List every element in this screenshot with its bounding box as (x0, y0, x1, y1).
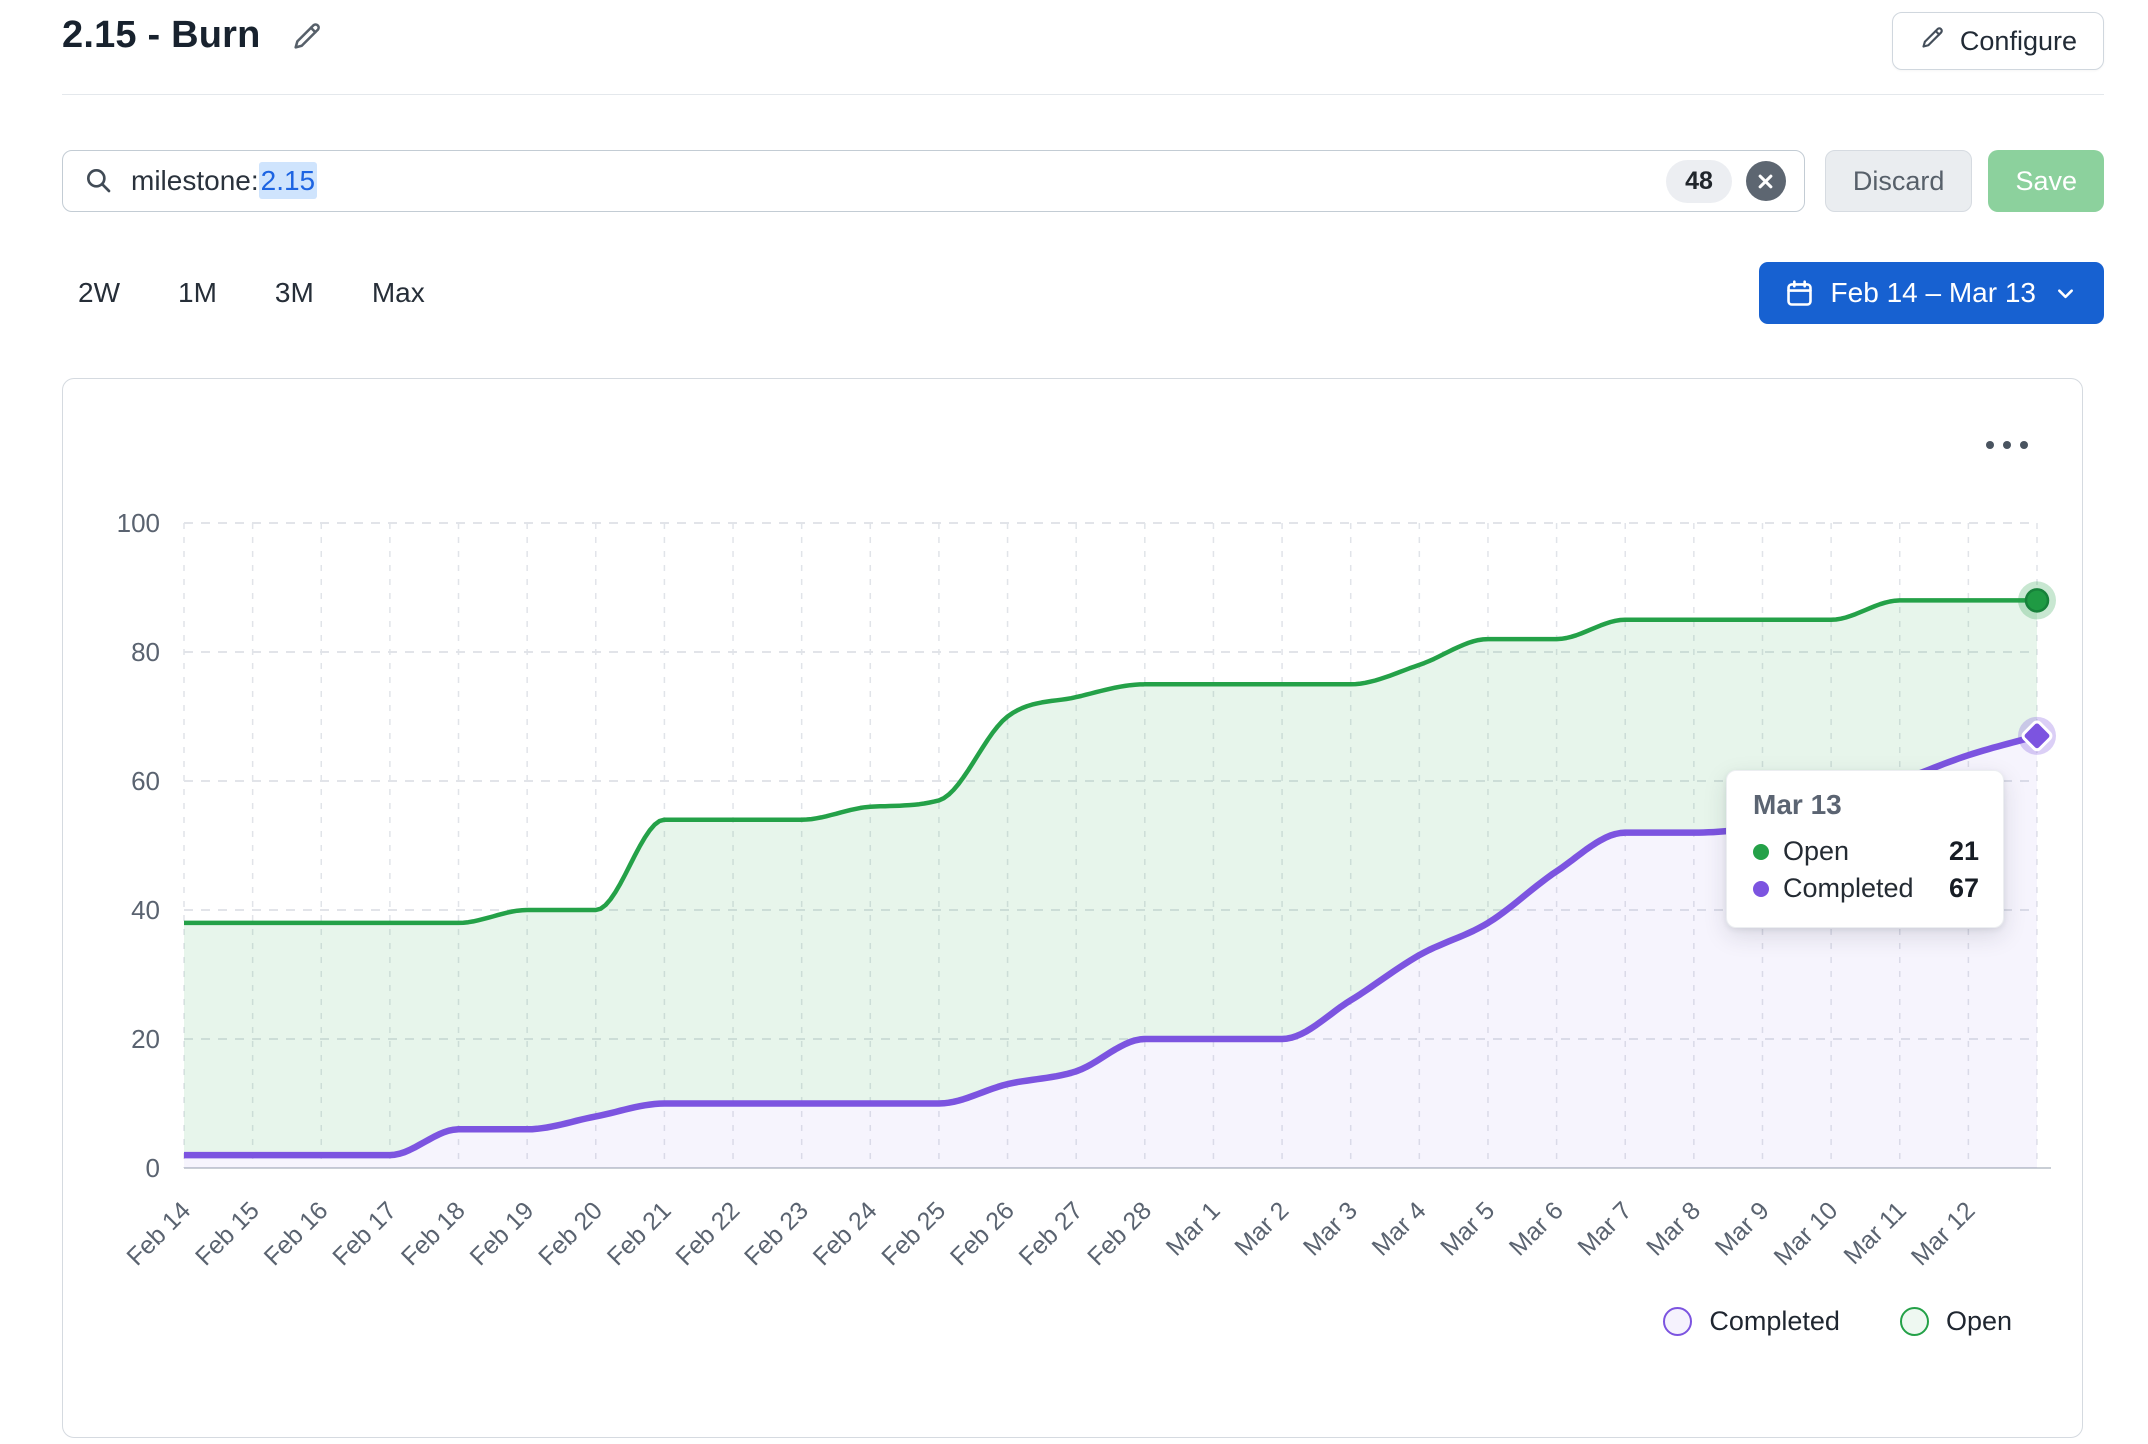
chevron-down-icon (2052, 280, 2079, 307)
svg-text:Feb 28: Feb 28 (1082, 1196, 1157, 1271)
legend-item-completed[interactable]: Completed (1663, 1306, 1840, 1337)
tooltip-open-label: Open (1783, 833, 1849, 870)
tooltip-open-value: 21 (1949, 833, 1979, 870)
svg-text:100: 100 (117, 508, 160, 538)
calendar-icon (1784, 278, 1815, 309)
svg-text:Feb 22: Feb 22 (670, 1196, 745, 1271)
open-legend-ring-icon (1900, 1307, 1929, 1336)
result-count-badge: 48 (1666, 160, 1732, 203)
svg-text:20: 20 (131, 1024, 160, 1054)
completed-legend-ring-icon (1663, 1307, 1692, 1336)
completed-series-dot-icon (1753, 881, 1769, 897)
tooltip-row-completed: Completed 67 (1753, 870, 1979, 907)
legend-item-open[interactable]: Open (1900, 1306, 2012, 1337)
date-range-label: Feb 14 – Mar 13 (1831, 277, 2036, 309)
burn-chart-page: 2.15 - Burn Configure milestone:2.15 (0, 0, 2148, 1444)
svg-text:Feb 14: Feb 14 (121, 1196, 196, 1271)
preset-max[interactable]: Max (372, 277, 425, 309)
svg-text:Mar 9: Mar 9 (1710, 1196, 1775, 1261)
chart-card: 020406080100Feb 14Feb 15Feb 16Feb 17Feb … (62, 378, 2083, 1438)
svg-text:Feb 23: Feb 23 (739, 1196, 814, 1271)
svg-text:60: 60 (131, 766, 160, 796)
preset-3m[interactable]: 3M (275, 277, 314, 309)
svg-text:Feb 26: Feb 26 (945, 1196, 1020, 1271)
svg-text:Mar 7: Mar 7 (1572, 1196, 1637, 1261)
close-icon (1756, 172, 1775, 191)
tooltip-completed-value: 67 (1949, 870, 1979, 907)
configure-label: Configure (1960, 26, 2077, 57)
filter-query-text: milestone:2.15 (131, 165, 317, 197)
svg-text:Feb 20: Feb 20 (533, 1196, 608, 1271)
svg-text:Feb 16: Feb 16 (259, 1196, 334, 1271)
svg-text:Mar 11: Mar 11 (1838, 1196, 1912, 1270)
ellipsis-icon (1986, 441, 1994, 449)
chart-more-menu-button[interactable] (1980, 435, 2034, 455)
chart-legend: Completed Open (1663, 1306, 2012, 1337)
preset-2w[interactable]: 2W (78, 277, 120, 309)
chart-tooltip: Mar 13 Open 21 Completed 67 (1726, 770, 2004, 928)
header-divider (62, 94, 2104, 95)
svg-text:Mar 3: Mar 3 (1298, 1196, 1363, 1261)
discard-button[interactable]: Discard (1825, 150, 1973, 212)
date-range-button[interactable]: Feb 14 – Mar 13 (1759, 262, 2104, 324)
svg-text:Mar 5: Mar 5 (1435, 1196, 1500, 1261)
filter-bar: milestone:2.15 48 Discard Save (62, 150, 2104, 212)
svg-text:Feb 24: Feb 24 (808, 1196, 883, 1271)
svg-text:Mar 10: Mar 10 (1769, 1196, 1844, 1271)
svg-text:80: 80 (131, 637, 160, 667)
svg-text:Feb 19: Feb 19 (465, 1196, 540, 1271)
svg-text:Feb 21: Feb 21 (602, 1196, 677, 1271)
svg-text:0: 0 (146, 1153, 160, 1183)
svg-text:Feb 15: Feb 15 (190, 1196, 265, 1271)
svg-text:Mar 6: Mar 6 (1504, 1196, 1569, 1261)
svg-text:Mar 1: Mar 1 (1161, 1196, 1226, 1261)
svg-text:Mar 2: Mar 2 (1229, 1196, 1294, 1261)
clear-filter-button[interactable] (1746, 161, 1786, 201)
filter-query-prefix: milestone: (131, 165, 259, 196)
tooltip-completed-label: Completed (1783, 870, 1914, 907)
filter-search-input[interactable]: milestone:2.15 48 (62, 150, 1805, 212)
page-title: 2.15 - Burn (62, 14, 261, 57)
save-button[interactable]: Save (1988, 150, 2104, 212)
svg-text:40: 40 (131, 895, 160, 925)
time-range-presets: 2W 1M 3M Max (78, 263, 425, 323)
svg-text:Feb 25: Feb 25 (876, 1196, 951, 1271)
svg-text:Feb 18: Feb 18 (396, 1196, 471, 1271)
svg-text:Mar 12: Mar 12 (1906, 1196, 1981, 1271)
pencil-icon (1919, 24, 1946, 58)
open-series-dot-icon (1753, 844, 1769, 860)
filter-query-selected-value: 2.15 (259, 162, 318, 199)
tooltip-row-open: Open 21 (1753, 833, 1979, 870)
svg-text:Feb 17: Feb 17 (327, 1196, 402, 1271)
edit-title-pencil-icon[interactable] (287, 16, 327, 56)
svg-text:Feb 27: Feb 27 (1014, 1196, 1089, 1271)
configure-button[interactable]: Configure (1892, 12, 2104, 70)
svg-text:Mar 8: Mar 8 (1641, 1196, 1706, 1261)
tooltip-date: Mar 13 (1753, 789, 1979, 821)
header: 2.15 - Burn (62, 14, 327, 57)
preset-1m[interactable]: 1M (178, 277, 217, 309)
svg-text:Mar 4: Mar 4 (1367, 1196, 1432, 1261)
search-icon (83, 165, 115, 197)
